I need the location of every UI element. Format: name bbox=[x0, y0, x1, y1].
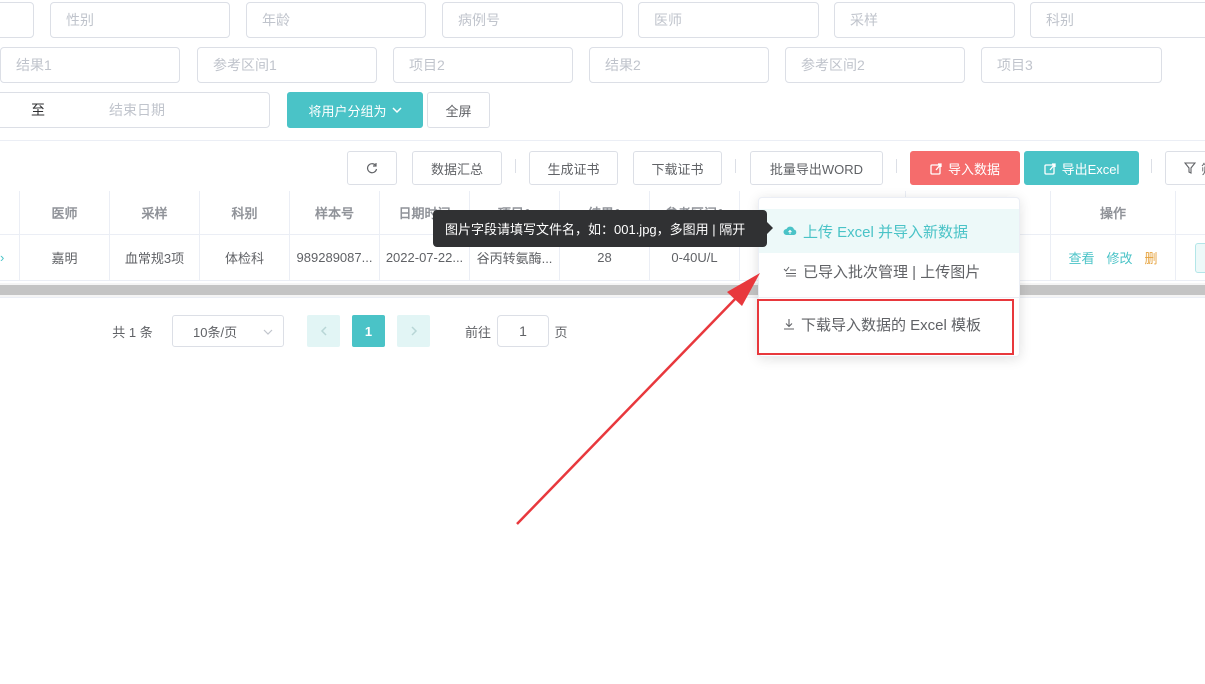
annotation-arrow bbox=[516, 273, 760, 525]
